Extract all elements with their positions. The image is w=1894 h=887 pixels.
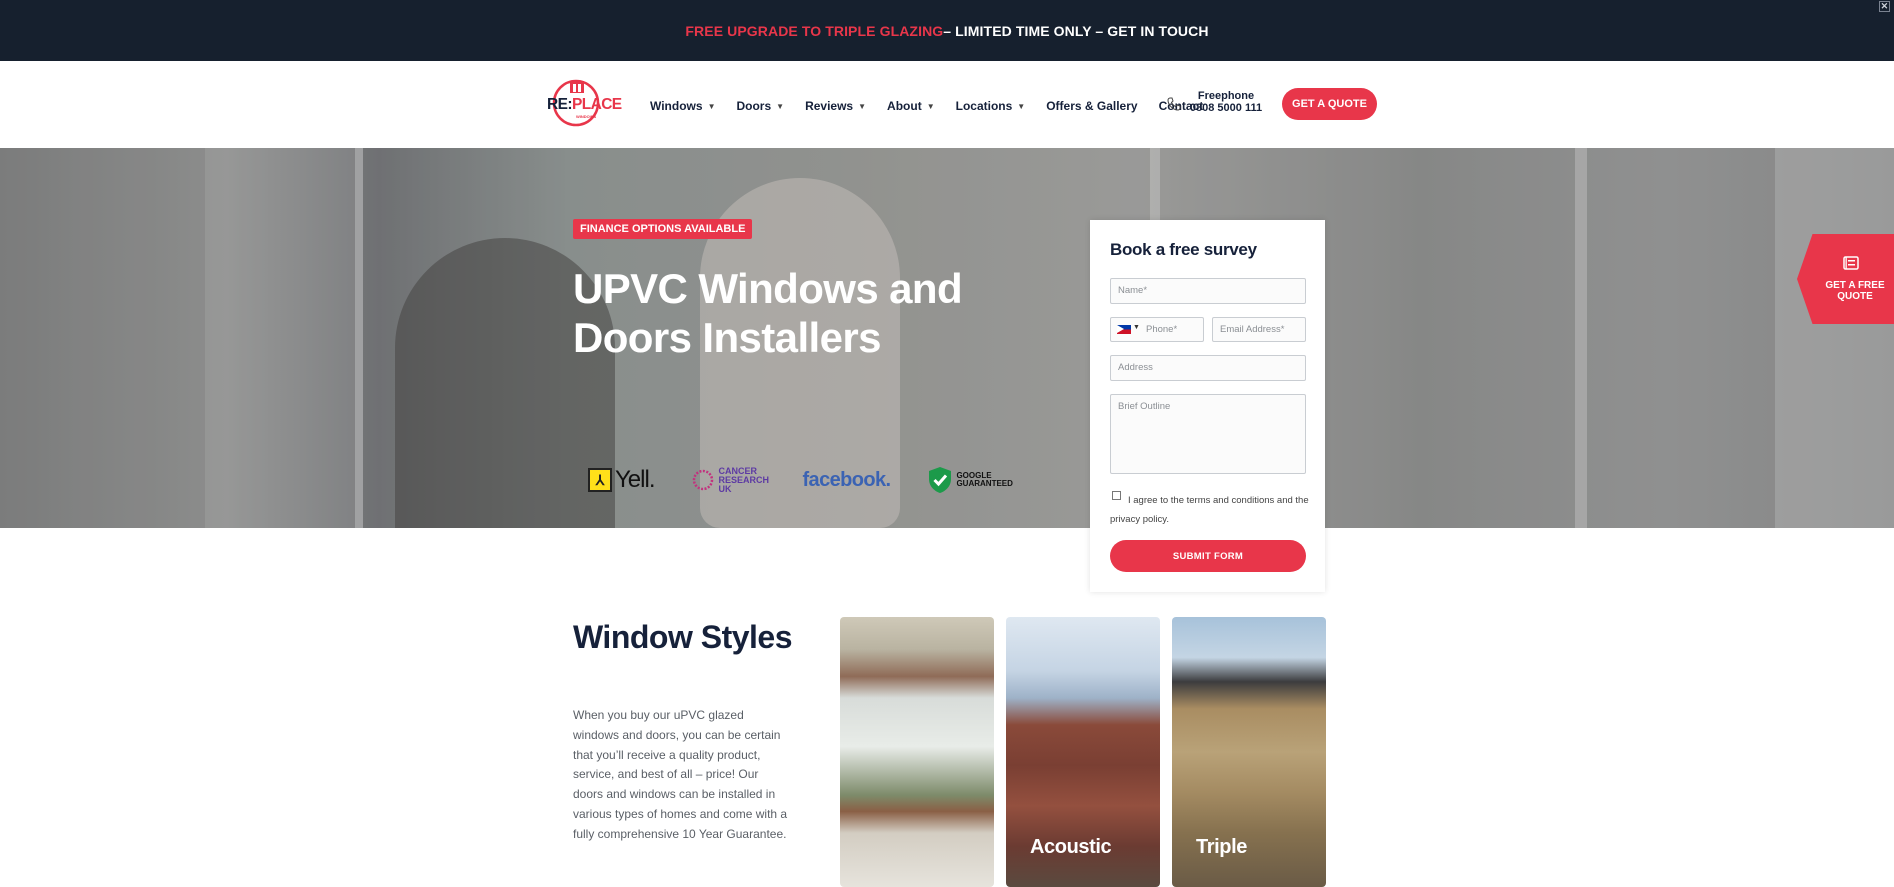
- cancer-research-logo: CANCER RESEARCH UK: [692, 466, 769, 494]
- close-icon[interactable]: ✕: [1879, 1, 1890, 12]
- style-card-triple[interactable]: Triple: [1172, 617, 1326, 887]
- svg-text:RE:: RE:: [547, 96, 572, 113]
- nav-item-reviews[interactable]: Reviews ▼: [805, 99, 866, 113]
- yell-icon: ⅄: [588, 468, 612, 492]
- announcement-text[interactable]: – LIMITED TIME ONLY – GET IN TOUCH: [943, 23, 1208, 39]
- partner-logos: ⅄ Yell. CANCER RESEARCH UK facebook. GOO…: [588, 462, 1068, 498]
- style-card-acoustic[interactable]: Acoustic: [1006, 617, 1160, 887]
- submit-form-button[interactable]: SUBMIT FORM: [1110, 540, 1306, 572]
- nav-item-offers-gallery[interactable]: Offers & Gallery: [1046, 99, 1137, 113]
- terms-agreement[interactable]: I agree to the terms and conditions and …: [1110, 491, 1310, 529]
- main-nav: Windows ▼ Doors ▼ Reviews ▼ About ▼ Location…: [650, 96, 1224, 116]
- side-get-free-quote-tab[interactable]: GET A FREE QUOTE: [1797, 234, 1894, 324]
- svg-text:PLACE: PLACE: [572, 96, 622, 113]
- svg-text:WINDOWS: WINDOWS: [576, 114, 597, 119]
- phone-input[interactable]: ▼ Phone*: [1110, 317, 1204, 342]
- announcement-bar[interactable]: FREE UPGRADE TO TRIPLE GLAZING – LIMITED…: [0, 0, 1894, 61]
- philippines-flag-icon[interactable]: [1117, 325, 1131, 334]
- window-styles-title: Window Styles: [573, 619, 793, 655]
- name-input[interactable]: Name*: [1110, 278, 1306, 304]
- chevron-down-icon[interactable]: ▼: [708, 102, 716, 111]
- nav-item-doors[interactable]: Doors ▼: [736, 99, 784, 113]
- window-styles-description: When you buy our uPVC glazed windows and…: [573, 708, 788, 841]
- nav-item-about[interactable]: About ▼: [887, 99, 935, 113]
- survey-title: Book a free survey: [1110, 240, 1257, 259]
- yell-logo: ⅄ Yell.: [588, 466, 655, 494]
- chevron-down-icon[interactable]: ▼: [927, 102, 935, 111]
- freephone-label[interactable]: Freephone: [1186, 90, 1266, 102]
- phone-icon[interactable]: [1166, 96, 1182, 112]
- address-input[interactable]: Address: [1110, 355, 1306, 381]
- get-a-quote-button[interactable]: GET A QUOTE: [1282, 88, 1377, 120]
- chevron-down-icon[interactable]: ▼: [1017, 102, 1025, 111]
- facebook-logo: facebook.: [802, 468, 891, 491]
- freephone-number[interactable]: 0808 5000 111: [1186, 102, 1266, 114]
- email-input[interactable]: Email Address*: [1212, 317, 1306, 342]
- shield-check-icon: [929, 467, 952, 493]
- cancer-research-icon: [693, 469, 714, 491]
- finance-badge: FINANCE OPTIONS AVAILABLE: [573, 219, 753, 239]
- hero-title: UPVC Windows and Doors Installers: [573, 265, 963, 361]
- style-card-bay[interactable]: [840, 617, 994, 887]
- chevron-down-icon[interactable]: ▼: [776, 102, 784, 111]
- survey-form: Book a free survey Name* ▼ Phone* Email …: [1090, 220, 1325, 592]
- announcement-highlight[interactable]: FREE UPGRADE TO TRIPLE GLAZING: [685, 23, 943, 39]
- nav-item-locations[interactable]: Locations ▼: [956, 99, 1026, 113]
- form-icon[interactable]: [1843, 256, 1859, 270]
- site-logo[interactable]: RE: PLACE WINDOWS: [546, 78, 630, 128]
- freephone-block[interactable]: Freephone 0808 5000 111: [1186, 90, 1266, 114]
- brief-outline-textarea[interactable]: Brief Outline: [1110, 394, 1306, 474]
- terms-checkbox[interactable]: [1112, 491, 1121, 500]
- nav-item-windows[interactable]: Windows ▼: [650, 99, 715, 113]
- chevron-down-icon[interactable]: ▼: [858, 102, 866, 111]
- google-guaranteed-logo: GOOGLE GUARANTEED: [928, 466, 1013, 494]
- caret-down-icon[interactable]: ▼: [1133, 324, 1140, 331]
